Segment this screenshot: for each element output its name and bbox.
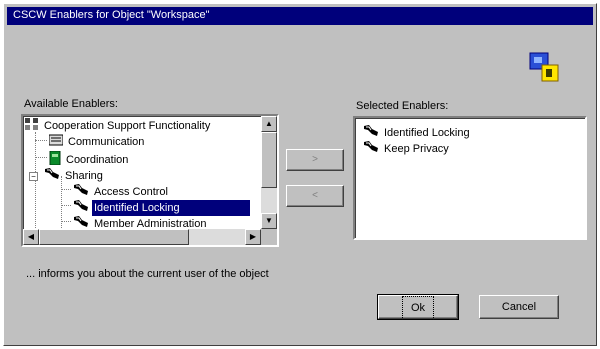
selected-enablers-list[interactable]: Identified Locking Keep Privacy <box>353 116 587 240</box>
enabler-logo-icon <box>528 51 562 85</box>
tree-item-cooperation[interactable]: Cooperation Support Functionality <box>25 118 212 134</box>
add-enabler-button[interactable]: > <box>286 149 344 171</box>
enabler-description-text: ... informs you about the current user o… <box>26 268 269 280</box>
available-enablers-label: Available Enablers: <box>24 98 118 110</box>
window-title: CSCW Enablers for Object "Workspace" <box>13 9 210 21</box>
list-item[interactable]: Identified Locking <box>363 124 472 140</box>
enabler-icon <box>44 167 60 186</box>
tree-item-communication[interactable]: Communication <box>48 134 146 151</box>
ok-button-label: Ok <box>401 296 435 320</box>
scroll-right-icon[interactable]: ▶ <box>245 229 261 245</box>
scroll-down-icon[interactable]: ▼ <box>261 213 277 229</box>
scroll-left-icon[interactable]: ◀ <box>23 229 39 245</box>
remove-enabler-button[interactable]: < <box>286 185 344 207</box>
horizontal-scrollbar[interactable]: ◀ ▶ <box>23 229 261 245</box>
tree-item-access-control[interactable]: Access Control <box>73 183 170 199</box>
dialog-window: CSCW Enablers for Object "Workspace" Ava… <box>3 3 597 346</box>
title-bar[interactable]: CSCW Enablers for Object "Workspace" <box>7 7 593 25</box>
selected-enablers-label: Selected Enablers: <box>356 100 449 112</box>
cooperation-icon <box>25 118 39 135</box>
tree-item-coordination[interactable]: Coordination <box>49 150 130 167</box>
vertical-scroll-thumb[interactable] <box>261 132 277 188</box>
communication-icon <box>48 134 64 151</box>
tree-item-identified-locking[interactable]: Identified Locking <box>73 199 250 217</box>
cancel-button[interactable]: Cancel <box>479 295 559 319</box>
ok-button[interactable]: Ok <box>377 294 459 320</box>
scrollbar-corner <box>261 229 277 245</box>
list-item[interactable]: Keep Privacy <box>363 140 451 156</box>
tree-item-sharing[interactable]: − Sharing <box>29 167 105 183</box>
enabler-icon <box>363 140 379 159</box>
horizontal-scroll-thumb[interactable] <box>39 229 189 245</box>
available-enablers-tree[interactable]: Cooperation Support Functionality Commun… <box>21 114 279 247</box>
scroll-up-icon[interactable]: ▲ <box>261 116 277 132</box>
vertical-scrollbar[interactable]: ▲ ▼ <box>261 116 277 229</box>
collapse-toggle[interactable]: − <box>29 172 38 181</box>
